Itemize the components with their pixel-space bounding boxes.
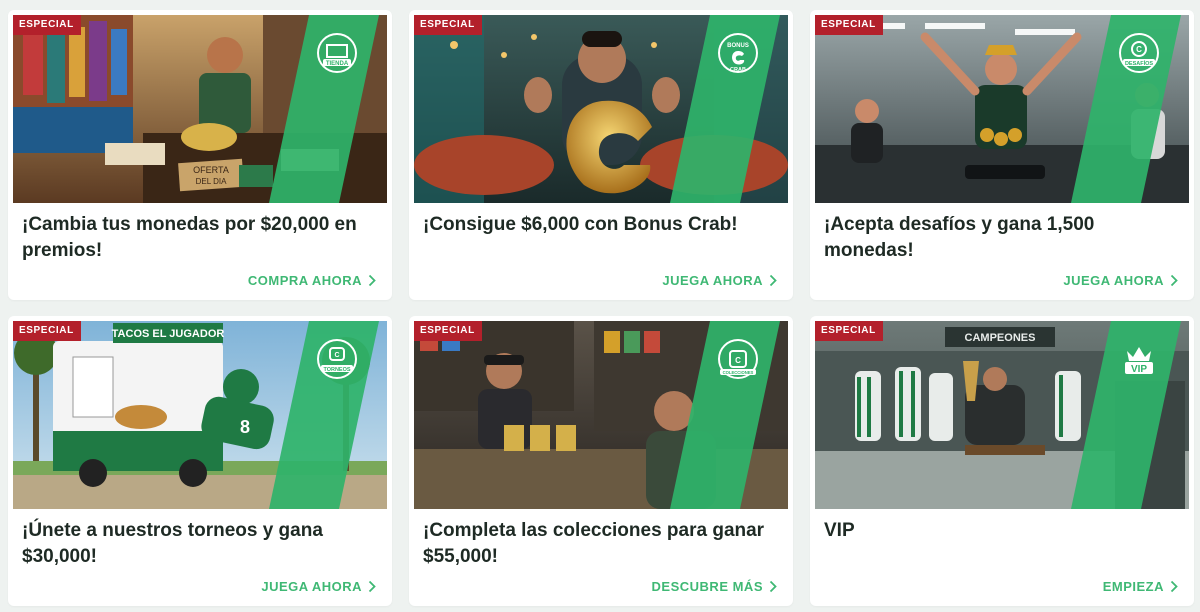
store-icon: TIENDA <box>315 31 359 75</box>
svg-text:VIP: VIP <box>1131 364 1147 375</box>
promo-title: ¡Cambia tus monedas por $20,000 en premi… <box>22 214 357 261</box>
descubre-mas-link[interactable]: DESCUBRE MÁS <box>652 579 777 594</box>
promo-card-colecciones[interactable]: ESPECIAL C COLECCIONES ¡Completa las col… <box>409 316 793 606</box>
chevron-right-icon <box>769 274 777 287</box>
cta-label: DESCUBRE MÁS <box>651 579 763 594</box>
promo-image-locker-room[interactable]: CAMPEONES ESPECIAL VIP <box>815 321 1189 509</box>
juega-ahora-link[interactable]: JUEGA AHORA <box>662 273 777 288</box>
vip-crown-icon: VIP <box>1117 337 1161 381</box>
svg-text:BONUS: BONUS <box>727 43 749 49</box>
food-truck-sign-text: TACOS EL JUGADOR <box>112 328 225 340</box>
crab-claw-icon: BONUS CRAB <box>716 31 760 75</box>
promotions-grid: OFERTA DEL DIA ESPECIAL TIENDA ¡Cambia t… <box>8 10 1194 606</box>
promo-card-tienda[interactable]: OFERTA DEL DIA ESPECIAL TIENDA ¡Cambia t… <box>8 10 392 300</box>
promo-title: ¡Completa las colecciones para ganar $55… <box>423 520 765 567</box>
promo-title: VIP <box>824 520 855 541</box>
cta-label: JUEGA AHORA <box>261 579 362 594</box>
cta-label: COMPRA AHORA <box>247 273 362 288</box>
svg-text:COLECCIONES: COLECCIONES <box>723 370 754 375</box>
juega-ahora-link[interactable]: JUEGA AHORA <box>1063 273 1178 288</box>
svg-text:C: C <box>735 356 741 365</box>
tournament-icon: C TORNEOS <box>315 337 359 381</box>
challenge-icon: C DESAFÍOS <box>1117 31 1161 75</box>
chevron-right-icon <box>1170 274 1178 287</box>
promo-card-vip[interactable]: CAMPEONES ESPECIAL VIP VIP EMPIEZA <box>810 316 1194 606</box>
svg-text:C: C <box>334 352 339 359</box>
oferta-sign-text: OFERTA <box>193 165 229 175</box>
svg-text:DESAFÍOS: DESAFÍOS <box>1125 59 1153 67</box>
promo-image-gym[interactable]: ESPECIAL C DESAFÍOS <box>815 15 1189 203</box>
especial-badge: ESPECIAL <box>13 321 81 341</box>
juega-ahora-link[interactable]: JUEGA AHORA <box>261 579 376 594</box>
promo-image-crab[interactable]: ESPECIAL BONUS CRAB <box>414 15 788 203</box>
empieza-link[interactable]: EMPIEZA <box>1103 579 1178 594</box>
svg-text:DEL DIA: DEL DIA <box>196 177 227 186</box>
cta-label: EMPIEZA <box>1102 579 1164 594</box>
promo-image-food-truck[interactable]: TACOS EL JUGADOR 8 ESPECIAL C TORNEOS <box>13 321 387 509</box>
chevron-right-icon <box>368 580 376 593</box>
cta-label: JUEGA AHORA <box>662 273 763 288</box>
promo-title: ¡Únete a nuestros torneos y gana $30,000… <box>22 520 323 567</box>
chevron-right-icon <box>1170 580 1178 593</box>
svg-text:8: 8 <box>240 417 250 437</box>
promo-title: ¡Acepta desafíos y gana 1,500 monedas! <box>824 214 1095 261</box>
campeones-sign-text: CAMPEONES <box>965 332 1036 344</box>
promo-card-bonus-crab[interactable]: ESPECIAL BONUS CRAB ¡Consigue $6,000 con… <box>409 10 793 300</box>
promo-image-market[interactable]: OFERTA DEL DIA ESPECIAL TIENDA <box>13 15 387 203</box>
especial-badge: ESPECIAL <box>13 15 81 35</box>
collection-icon: C COLECCIONES <box>716 337 760 381</box>
chevron-right-icon <box>769 580 777 593</box>
svg-text:TORNEOS: TORNEOS <box>323 367 350 373</box>
especial-badge: ESPECIAL <box>815 321 883 341</box>
especial-badge: ESPECIAL <box>414 15 482 35</box>
especial-badge: ESPECIAL <box>414 321 482 341</box>
promo-card-torneos[interactable]: TACOS EL JUGADOR 8 ESPECIAL C TORNEOS ¡Ú… <box>8 316 392 606</box>
chevron-right-icon <box>368 274 376 287</box>
promo-title: ¡Consigue $6,000 con Bonus Crab! <box>423 214 738 235</box>
svg-text:C: C <box>1136 45 1142 54</box>
svg-text:TIENDA: TIENDA <box>326 61 349 67</box>
cta-label: JUEGA AHORA <box>1063 273 1164 288</box>
promo-card-desafios[interactable]: ESPECIAL C DESAFÍOS ¡Acepta desafíos y g… <box>810 10 1194 300</box>
especial-badge: ESPECIAL <box>815 15 883 35</box>
compra-ahora-link[interactable]: COMPRA AHORA <box>248 273 376 288</box>
promo-image-comic-shop[interactable]: ESPECIAL C COLECCIONES <box>414 321 788 509</box>
svg-text:CRAB: CRAB <box>730 67 746 73</box>
